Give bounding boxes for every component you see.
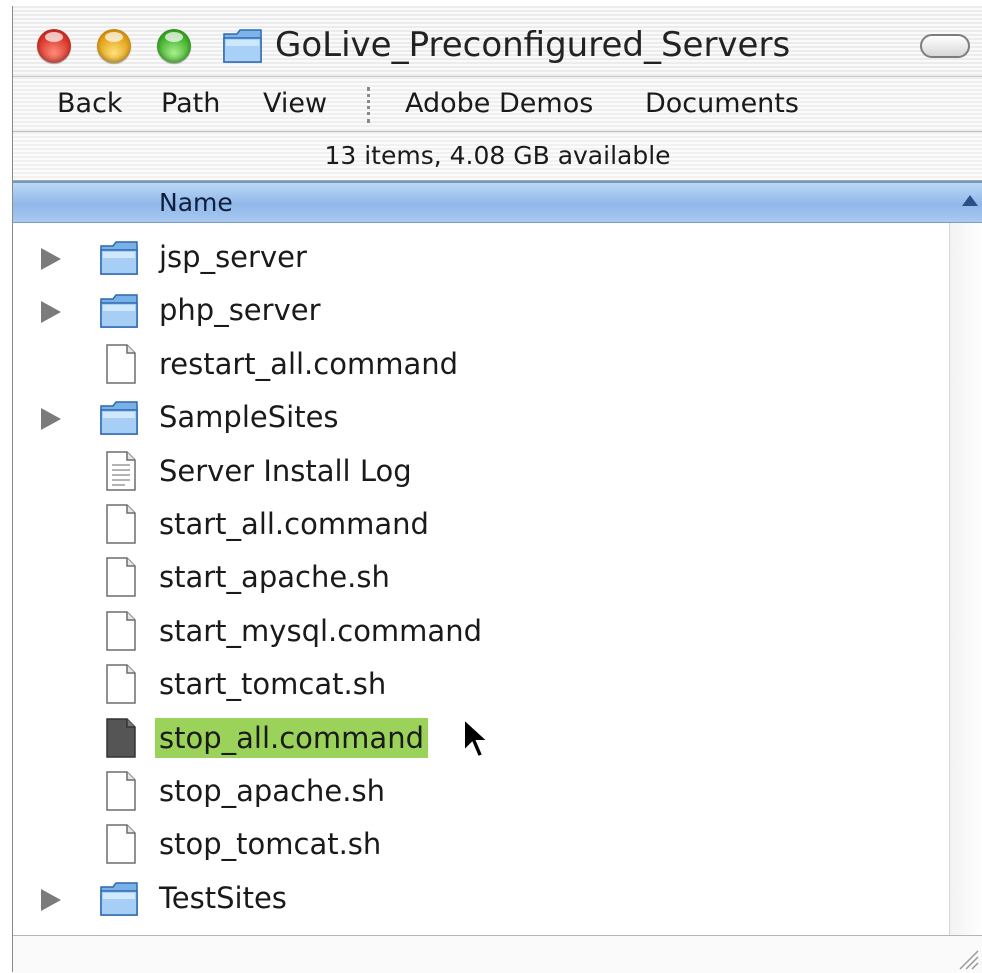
file-name: jsp_server <box>159 240 307 274</box>
file-row[interactable]: start_tomcat.sh <box>13 658 949 711</box>
toolbar: Back Path View Adobe Demos Documents <box>13 77 982 132</box>
window-title: GoLive_Preconfigured_Servers <box>275 25 791 65</box>
file-name: php_server <box>159 293 321 327</box>
file-name: stop_all.command <box>155 718 428 758</box>
folder-icon <box>100 294 138 328</box>
file-row[interactable]: restart_all.command <box>13 338 949 391</box>
status-bar: 13 items, 4.08 GB available <box>13 132 982 181</box>
file-row[interactable]: jsp_server <box>13 231 949 284</box>
zoom-button[interactable] <box>157 29 191 63</box>
file-name: restart_all.command <box>159 347 459 381</box>
file-name: SampleSites <box>159 400 339 434</box>
document-icon <box>106 504 136 544</box>
document-icon <box>106 557 136 597</box>
file-name: Server Install Log <box>159 454 412 488</box>
finder-window: GoLive_Preconfigured_Servers Back Path V… <box>12 6 982 973</box>
file-row[interactable]: php_server <box>13 284 949 337</box>
minimize-button[interactable] <box>97 29 131 63</box>
file-row[interactable]: stop_tomcat.sh <box>13 818 949 871</box>
document-icon <box>106 718 136 758</box>
document-icon <box>106 824 136 864</box>
adobe-demos-shortcut[interactable]: Adobe Demos <box>405 85 593 123</box>
file-name: start_all.command <box>159 507 429 541</box>
file-row[interactable]: start_apache.sh <box>13 551 949 604</box>
file-list: jsp_server php_server restart_all.command S… <box>13 223 949 935</box>
file-name: TestSites <box>159 881 287 915</box>
name-column-header[interactable]: Name <box>13 181 982 223</box>
document-icon <box>106 664 136 704</box>
file-name: start_tomcat.sh <box>159 667 387 701</box>
disclosure-triangle-icon[interactable] <box>41 889 61 911</box>
text-document-icon <box>106 451 136 491</box>
status-text: 13 items, 4.08 GB available <box>324 141 671 170</box>
path-button[interactable]: Path <box>161 85 220 123</box>
file-row[interactable]: start_mysql.command <box>13 605 949 658</box>
folder-icon <box>100 401 138 435</box>
close-button[interactable] <box>37 29 71 63</box>
document-icon <box>106 344 136 384</box>
documents-shortcut[interactable]: Documents <box>645 85 799 123</box>
back-button[interactable]: Back <box>57 85 123 123</box>
disclosure-triangle-icon[interactable] <box>41 248 61 270</box>
view-button[interactable]: View <box>263 85 327 123</box>
file-name: stop_apache.sh <box>159 774 385 808</box>
document-icon <box>106 611 136 651</box>
folder-icon <box>100 241 138 275</box>
mouse-pointer-icon <box>463 717 490 759</box>
window-bottom-bar <box>13 935 982 973</box>
toolbar-separator <box>367 87 370 123</box>
document-icon <box>106 771 136 811</box>
vertical-scrollbar[interactable] <box>949 223 982 935</box>
disclosure-triangle-icon[interactable] <box>41 301 61 323</box>
file-row[interactable]: TestSites <box>13 872 949 925</box>
file-row[interactable]: stop_apache.sh <box>13 765 949 818</box>
file-row[interactable]: Server Install Log <box>13 445 949 498</box>
file-row[interactable]: SampleSites <box>13 391 949 444</box>
toolbar-toggle-button[interactable] <box>920 34 970 58</box>
disclosure-triangle-icon[interactable] <box>41 408 61 430</box>
file-name: start_apache.sh <box>159 560 390 594</box>
file-name: stop_tomcat.sh <box>159 827 382 861</box>
file-name: start_mysql.command <box>159 614 482 648</box>
title-bar[interactable]: GoLive_Preconfigured_Servers <box>13 6 982 77</box>
folder-icon[interactable] <box>221 26 265 66</box>
sort-ascending-icon <box>962 195 978 206</box>
name-column-label: Name <box>159 188 233 217</box>
resize-grip-icon[interactable] <box>954 945 980 971</box>
file-row[interactable]: start_all.command <box>13 498 949 551</box>
folder-icon <box>100 882 138 916</box>
